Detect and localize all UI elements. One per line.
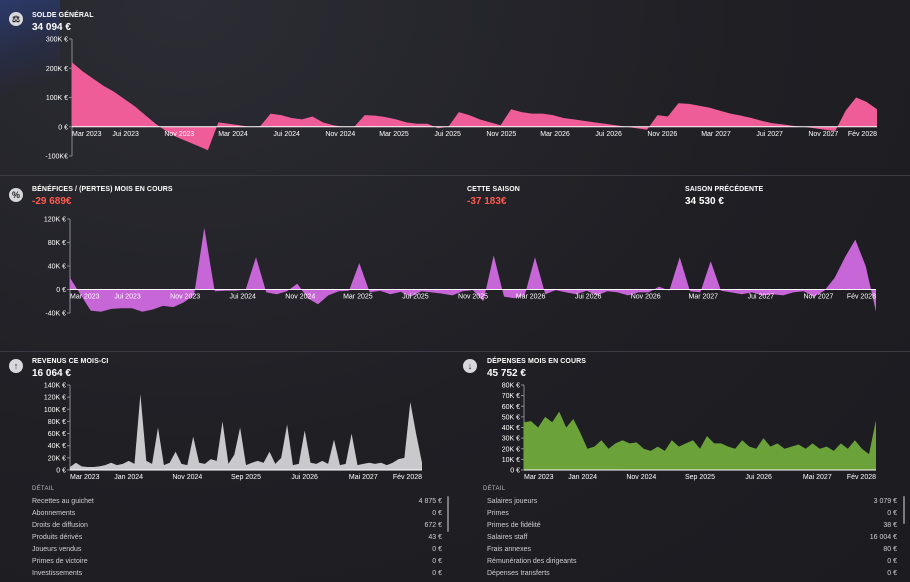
expenses-detail-amount: 0 €	[887, 569, 897, 577]
y-tick-label: 10K €	[502, 457, 520, 464]
y-tick-label: 40K €	[502, 425, 520, 432]
expenses-detail-amount: 3 079 €	[873, 497, 897, 505]
expenses-chart: 0 € 10K € 20K € 30K € 40K € 50K € 60K € 70K € 80…	[502, 383, 876, 482]
expenses-detail-row: Rémunération des dirigeants 0 €	[485, 555, 899, 567]
income-detail-amount: 0 €	[432, 545, 442, 553]
income-detail-name: Abonnements	[32, 509, 76, 517]
y-tick-label: 0 €	[510, 468, 520, 475]
expenses-detail-row: Salaires staff 16 004 €	[485, 531, 899, 543]
income-detail-amount: 4 875 €	[418, 497, 442, 505]
income-detail-row: Produits dérivés 43 €	[30, 531, 444, 543]
x-tick-label: Jan 2024	[568, 474, 597, 481]
expenses-area-series	[524, 411, 876, 470]
income-detail-amount: 672 €	[424, 521, 442, 529]
income-detail-amount: 0 €	[432, 569, 442, 577]
expenses-detail-row: Primes 0 €	[485, 507, 899, 519]
expenses-detail-name: Primes de fidélité	[487, 521, 541, 529]
x-tick-label: Nov 2024	[626, 474, 656, 481]
income-detail-name: Investissements	[32, 569, 83, 577]
x-tick-label: Mai 2027	[803, 474, 832, 481]
y-tick-label: 70K €	[502, 393, 520, 400]
income-detail-row: Primes de victoire 0 €	[30, 555, 444, 567]
income-detail-row: Joueurs vendus 0 €	[30, 543, 444, 555]
income-detail-row: Abonnements 0 €	[30, 507, 444, 519]
income-detail-amount: 0 €	[432, 509, 442, 517]
expenses-detail-amount: 0 €	[887, 509, 897, 517]
expenses-detail-amount: 16 004 €	[869, 533, 897, 541]
income-detail-amount: 43 €	[428, 533, 442, 541]
y-tick-label: 50K €	[502, 414, 520, 421]
income-detail-name: Recettes au guichet	[32, 497, 94, 505]
expenses-detail-name: Salaires joueurs	[487, 497, 538, 505]
x-tick-label: Sep 2025	[685, 474, 715, 481]
income-scrollbar[interactable]	[447, 496, 449, 532]
expenses-detail-row: Dépenses transferts 0 €	[485, 567, 899, 579]
expenses-detail-name: Primes	[487, 509, 509, 517]
income-detail-name: Primes de victoire	[32, 557, 88, 565]
expenses-detail-amount: 38 €	[883, 521, 897, 529]
expenses-detail-title: DÉTAIL	[483, 486, 506, 492]
expenses-detail-row: Salaires joueurs 3 079 €	[485, 495, 899, 507]
expenses-detail-row: Frais annexes 80 €	[485, 543, 899, 555]
expenses-detail-name: Dépenses transferts	[487, 569, 550, 577]
expenses-detail-amount: 0 €	[887, 557, 897, 565]
expenses-detail-amount: 80 €	[883, 545, 897, 553]
income-detail-amount: 0 €	[432, 557, 442, 565]
x-tick-label: Jui 2026	[745, 474, 772, 481]
income-detail-name: Joueurs vendus	[32, 545, 82, 553]
income-detail-row: Recettes au guichet 4 875 €	[30, 495, 444, 507]
income-detail-row: Investissements 0 €	[30, 567, 444, 579]
expenses-scrollbar[interactable]	[903, 496, 905, 524]
y-tick-label: 60K €	[502, 404, 520, 411]
income-detail-name: Produits dérivés	[32, 533, 83, 541]
x-tick-label: Fév 2028	[847, 474, 876, 481]
y-tick-label: 20K €	[502, 446, 520, 453]
x-tick-label: Mar 2023	[524, 474, 554, 481]
expenses-detail-name: Frais annexes	[487, 545, 531, 553]
y-tick-label: 80K €	[502, 383, 520, 390]
expenses-detail-row: Primes de fidélité 38 €	[485, 519, 899, 531]
income-detail-row: Droits de diffusion 672 €	[30, 519, 444, 531]
expenses-detail-name: Salaires staff	[487, 533, 528, 541]
y-tick-label: 30K €	[502, 436, 520, 443]
income-detail-name: Droits de diffusion	[32, 521, 88, 529]
expenses-detail-name: Rémunération des dirigeants	[487, 557, 577, 565]
